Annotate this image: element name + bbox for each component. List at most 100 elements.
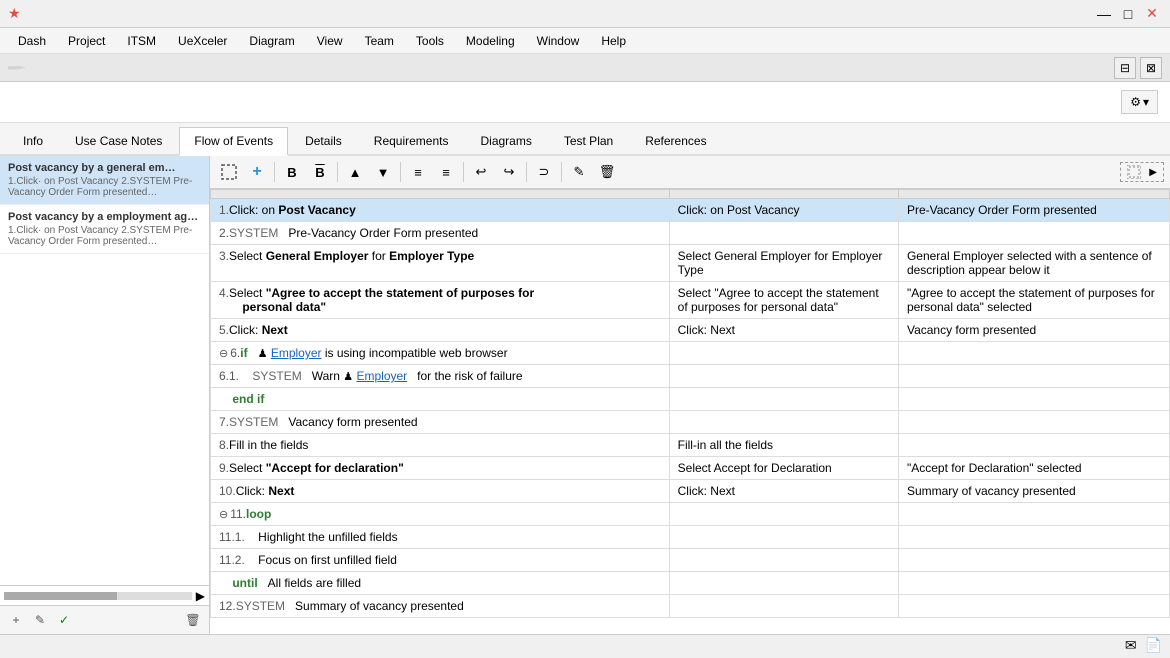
flow-events-table: 1.Click: on Post VacancyClick: on Post V… bbox=[210, 189, 1170, 618]
toolbar-delete-button[interactable]: 🗑 bbox=[594, 160, 620, 184]
menu-item-help[interactable]: Help bbox=[591, 32, 636, 50]
menu-item-uexceler[interactable]: UeXceler bbox=[168, 32, 237, 50]
procedure-cell-11: Click: Next bbox=[669, 480, 898, 503]
toolbar-indent-button[interactable]: ≡ bbox=[405, 160, 431, 184]
left-panel-item-0[interactable]: Post vacancy by a general em…1.Click· on… bbox=[0, 156, 209, 205]
collapse-icon[interactable]: ⊖ bbox=[219, 509, 228, 521]
procedure-cell-4: Click: Next bbox=[669, 319, 898, 342]
step-content-1: SYSTEM Pre-Vacancy Order Form presented bbox=[229, 226, 478, 240]
table-row[interactable]: 8.Fill in the fieldsFill-in all the fiel… bbox=[211, 434, 1170, 457]
toolbar-bold2-button[interactable]: B bbox=[307, 160, 333, 184]
menu-item-diagram[interactable]: Diagram bbox=[239, 32, 304, 50]
table-row[interactable]: 3.Select General Employer for Employer T… bbox=[211, 245, 1170, 282]
menu-item-dash[interactable]: Dash bbox=[8, 32, 56, 50]
toolbar-add-button[interactable]: + bbox=[244, 160, 270, 184]
expected-cell-8 bbox=[898, 411, 1169, 434]
step-number-6: 6.1. bbox=[219, 369, 239, 383]
menu-item-team[interactable]: Team bbox=[355, 32, 404, 50]
expected-cell-16 bbox=[898, 595, 1169, 618]
breadcrumb-icon-2[interactable]: ⊠ bbox=[1140, 57, 1162, 79]
tab-info[interactable]: Info bbox=[8, 127, 58, 154]
toolbar-select-button[interactable] bbox=[216, 160, 242, 184]
step-number-10: 9. bbox=[219, 461, 229, 475]
tab-diagrams[interactable]: Diagrams bbox=[465, 127, 546, 154]
menu-item-modeling[interactable]: Modeling bbox=[456, 32, 525, 50]
toolbar-outdent-button[interactable]: ≡ bbox=[433, 160, 459, 184]
edit-item-button[interactable]: ✎ bbox=[30, 610, 50, 630]
tab-use-case-notes[interactable]: Use Case Notes bbox=[60, 127, 177, 154]
confirm-item-button[interactable]: ✓ bbox=[54, 610, 74, 630]
email-icon[interactable]: ✉ bbox=[1125, 637, 1137, 654]
table-row[interactable]: end if bbox=[211, 388, 1170, 411]
step-cell-13: 11.1. Highlight the unfilled fields bbox=[211, 526, 670, 549]
close-button[interactable]: ✕ bbox=[1142, 4, 1162, 24]
table-row[interactable]: 10.Click: NextClick: NextSummary of vaca… bbox=[211, 480, 1170, 503]
toolbar-down-button[interactable]: ▼ bbox=[370, 160, 396, 184]
table-row[interactable]: 5.Click: NextClick: NextVacancy form pre… bbox=[211, 319, 1170, 342]
step-content-7: end if bbox=[219, 392, 264, 406]
flow-table[interactable]: 1.Click: on Post VacancyClick: on Post V… bbox=[210, 189, 1170, 634]
step-content-2: Select General Employer for Employer Typ… bbox=[229, 249, 474, 263]
tab-requirements[interactable]: Requirements bbox=[359, 127, 464, 154]
left-scroll-thumb[interactable] bbox=[4, 592, 117, 600]
table-row[interactable]: 11.2. Focus on first unfilled field bbox=[211, 549, 1170, 572]
toolbar-undo-button[interactable]: ↩ bbox=[468, 160, 494, 184]
table-row[interactable]: 2.SYSTEM Pre-Vacancy Order Form presente… bbox=[211, 222, 1170, 245]
table-row[interactable]: 6.1. SYSTEM Warn ♟ Employer for the risk… bbox=[211, 365, 1170, 388]
procedure-cell-8 bbox=[669, 411, 898, 434]
step-cell-4: 5.Click: Next bbox=[211, 319, 670, 342]
scroll-right-icon[interactable]: ▶ bbox=[196, 589, 205, 603]
minimize-button[interactable]: — bbox=[1094, 4, 1114, 24]
table-row[interactable]: ⊖11.loop bbox=[211, 503, 1170, 526]
step-content-9: Fill in the fields bbox=[229, 438, 308, 452]
table-row[interactable]: ⊖6.if ♟ Employer is using incompatible w… bbox=[211, 342, 1170, 365]
step-number-2: 3. bbox=[219, 249, 229, 263]
breadcrumb-item[interactable] bbox=[8, 66, 26, 70]
expected-cell-6 bbox=[898, 365, 1169, 388]
step-number-9: 8. bbox=[219, 438, 229, 452]
step-cell-3: 4.Select "Agree to accept the statement … bbox=[211, 282, 670, 319]
step-cell-12: ⊖11.loop bbox=[211, 503, 670, 526]
document-icon[interactable]: 📄 bbox=[1145, 637, 1162, 654]
toolbar-edit-button[interactable]: ✎ bbox=[566, 160, 592, 184]
tab-details[interactable]: Details bbox=[290, 127, 357, 154]
table-row[interactable]: 11.1. Highlight the unfilled fields bbox=[211, 526, 1170, 549]
maximize-button[interactable]: □ bbox=[1118, 4, 1138, 24]
page-header: ⚙ ▾ bbox=[0, 82, 1170, 123]
title-controls[interactable]: — □ ✕ bbox=[1094, 4, 1162, 24]
breadcrumb-icon-1[interactable]: ⊟ bbox=[1114, 57, 1136, 79]
table-row[interactable]: 12.SYSTEM Summary of vacancy presented bbox=[211, 595, 1170, 618]
expected-header bbox=[898, 190, 1169, 199]
delete-item-button[interactable]: 🗑 bbox=[183, 610, 203, 630]
table-row[interactable]: 9.Select "Accept for declaration"Select … bbox=[211, 457, 1170, 480]
menu-item-itsm[interactable]: ITSM bbox=[117, 32, 166, 50]
statusbar: ✉ 📄 bbox=[0, 634, 1170, 656]
toolbar-bold-button[interactable]: B bbox=[279, 160, 305, 184]
left-items-container: Post vacancy by a general em…1.Click· on… bbox=[0, 156, 209, 585]
menu-item-window[interactable]: Window bbox=[527, 32, 590, 50]
toolbar-up-button[interactable]: ▲ bbox=[342, 160, 368, 184]
table-row[interactable]: 1.Click: on Post VacancyClick: on Post V… bbox=[211, 199, 1170, 222]
menu-item-view[interactable]: View bbox=[307, 32, 353, 50]
main-content: Post vacancy by a general em…1.Click· on… bbox=[0, 156, 1170, 634]
table-row[interactable]: 4.Select "Agree to accept the statement … bbox=[211, 282, 1170, 319]
step-number-5: 6. bbox=[230, 346, 240, 360]
add-item-button[interactable]: + bbox=[6, 610, 26, 630]
toolbar-redo-button[interactable]: ↪ bbox=[496, 160, 522, 184]
collapse-icon[interactable]: ⊖ bbox=[219, 348, 228, 360]
step-number-11: 10. bbox=[219, 484, 236, 498]
gear-button[interactable]: ⚙ ▾ bbox=[1121, 90, 1158, 114]
expected-cell-11: Summary of vacancy presented bbox=[898, 480, 1169, 503]
tab-flow-of-events[interactable]: Flow of Events bbox=[179, 127, 288, 156]
tab-test-plan[interactable]: Test Plan bbox=[549, 127, 628, 154]
left-panel-item-1[interactable]: Post vacancy by a employment ager…1.Clic… bbox=[0, 205, 209, 254]
table-row[interactable]: until All fields are filled bbox=[211, 572, 1170, 595]
table-row[interactable]: 7.SYSTEM Vacancy form presented bbox=[211, 411, 1170, 434]
menu-item-project[interactable]: Project bbox=[58, 32, 115, 50]
tab-references[interactable]: References bbox=[630, 127, 721, 154]
menu-item-tools[interactable]: Tools bbox=[406, 32, 454, 50]
steps-header bbox=[211, 190, 670, 199]
left-scrollbar[interactable]: ▶ bbox=[0, 585, 209, 605]
procedure-cell-16 bbox=[669, 595, 898, 618]
toolbar-include-button[interactable]: ⊃ bbox=[531, 160, 557, 184]
